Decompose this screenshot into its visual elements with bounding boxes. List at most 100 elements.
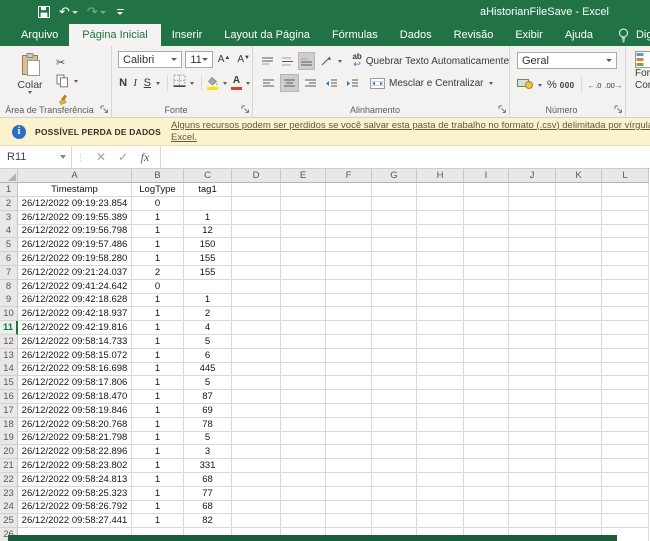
cell-empty[interactable] (372, 266, 417, 280)
cell-empty[interactable] (232, 238, 281, 252)
cell-empty[interactable] (372, 473, 417, 487)
cell-empty[interactable] (464, 390, 509, 404)
cell-empty[interactable] (372, 459, 417, 473)
cell-empty[interactable] (417, 404, 464, 418)
column-header[interactable]: A (18, 169, 132, 183)
cell-empty[interactable] (417, 349, 464, 363)
cell-empty[interactable] (464, 211, 509, 225)
cell-empty[interactable] (372, 307, 417, 321)
cell-empty[interactable] (556, 224, 602, 238)
cell-empty[interactable] (281, 197, 326, 211)
cell-tag1[interactable]: 12 (184, 224, 232, 238)
cell-empty[interactable] (326, 211, 372, 225)
merge-dropdown-icon[interactable] (489, 82, 493, 85)
conditional-formatting-button[interactable]: Form Cond (635, 51, 650, 92)
row-header[interactable]: 15 (0, 376, 18, 390)
cell-empty[interactable] (281, 321, 326, 335)
column-header[interactable]: G (372, 169, 417, 183)
align-middle-button[interactable] (278, 52, 295, 70)
cell-empty[interactable] (464, 487, 509, 501)
cell-empty[interactable] (556, 349, 602, 363)
row-header[interactable]: 16 (0, 390, 18, 404)
cell-empty[interactable] (509, 293, 556, 307)
cell-empty[interactable] (232, 418, 281, 432)
cell-empty[interactable] (232, 307, 281, 321)
cell-empty[interactable] (326, 307, 372, 321)
cell-tag1[interactable]: 87 (184, 390, 232, 404)
tell-me-box[interactable]: Diga-me o que você deseja fazer (618, 24, 650, 46)
cell-empty[interactable] (602, 500, 649, 514)
cell-logtype[interactable]: 1 (132, 307, 184, 321)
cell-timestamp[interactable]: 26/12/2022 09:21:24.037 (18, 266, 132, 280)
cell-empty[interactable] (556, 500, 602, 514)
cell-empty[interactable] (281, 514, 326, 528)
cell-tag1[interactable]: 2 (184, 307, 232, 321)
cell-timestamp[interactable]: 26/12/2022 09:58:19.846 (18, 404, 132, 418)
cell-timestamp[interactable]: 26/12/2022 09:58:24.813 (18, 473, 132, 487)
column-header[interactable]: D (232, 169, 281, 183)
accounting-dropdown-icon[interactable] (538, 84, 542, 87)
cell-empty[interactable] (232, 459, 281, 473)
cell-logtype[interactable]: 1 (132, 404, 184, 418)
cell-timestamp[interactable]: 26/12/2022 09:58:27.441 (18, 514, 132, 528)
cell-empty[interactable] (281, 252, 326, 266)
cell-logtype[interactable]: 1 (132, 238, 184, 252)
cell-logtype[interactable]: 1 (132, 211, 184, 225)
cell-empty[interactable] (281, 376, 326, 390)
cell-empty[interactable] (556, 293, 602, 307)
cell-empty[interactable] (556, 487, 602, 501)
cell-empty[interactable] (509, 431, 556, 445)
cell-logtype[interactable]: 1 (132, 473, 184, 487)
cell-empty[interactable] (326, 252, 372, 266)
cell-empty[interactable] (326, 183, 372, 197)
cell-empty[interactable] (417, 500, 464, 514)
cell-empty[interactable] (281, 349, 326, 363)
cell-empty[interactable] (464, 252, 509, 266)
cell-empty[interactable] (509, 390, 556, 404)
alignment-dialog-launcher-icon[interactable] (498, 105, 507, 114)
cell-empty[interactable] (232, 252, 281, 266)
cell-empty[interactable] (464, 404, 509, 418)
decrease-font-size-button[interactable]: A▼ (235, 54, 252, 66)
row-header[interactable]: 14 (0, 362, 18, 376)
cell-empty[interactable] (326, 224, 372, 238)
cell-timestamp[interactable]: 26/12/2022 09:58:17.806 (18, 376, 132, 390)
comma-style-button[interactable]: 000 (560, 81, 575, 90)
cancel-button[interactable]: ✕ (90, 150, 112, 164)
cell-empty[interactable] (509, 376, 556, 390)
cell-empty[interactable] (556, 445, 602, 459)
cell-empty[interactable] (602, 459, 649, 473)
cell-empty[interactable] (232, 321, 281, 335)
cell-empty[interactable] (464, 514, 509, 528)
decrease-decimal-button[interactable]: .00→ (604, 81, 622, 90)
cell-empty[interactable] (602, 252, 649, 266)
cell-empty[interactable] (326, 238, 372, 252)
cell-logtype[interactable]: 2 (132, 266, 184, 280)
cell-empty[interactable] (509, 404, 556, 418)
cell-timestamp[interactable]: 26/12/2022 09:58:16.698 (18, 362, 132, 376)
cell-empty[interactable] (602, 238, 649, 252)
cell-empty[interactable] (326, 335, 372, 349)
cell-logtype[interactable]: 1 (132, 431, 184, 445)
cell-empty[interactable] (464, 376, 509, 390)
cell-timestamp[interactable]: 26/12/2022 09:58:21.798 (18, 431, 132, 445)
orientation-dropdown-icon[interactable] (338, 60, 342, 63)
cell-empty[interactable] (556, 473, 602, 487)
cell-empty[interactable] (556, 238, 602, 252)
cell-tag1[interactable]: 6 (184, 349, 232, 363)
cell-logtype[interactable]: 1 (132, 252, 184, 266)
cell-empty[interactable] (602, 445, 649, 459)
font-family-combo[interactable]: Calibri (118, 51, 182, 68)
cell-empty[interactable] (464, 183, 509, 197)
cell-empty[interactable] (556, 183, 602, 197)
cell-empty[interactable] (326, 500, 372, 514)
cell-empty[interactable] (417, 280, 464, 294)
cell-empty[interactable] (417, 266, 464, 280)
cut-button[interactable]: ✂ (56, 55, 80, 69)
row-header[interactable]: 24 (0, 500, 18, 514)
cell-empty[interactable] (556, 459, 602, 473)
fill-color-button[interactable] (207, 77, 219, 90)
cell-empty[interactable] (232, 473, 281, 487)
cell-empty[interactable] (417, 487, 464, 501)
cell-empty[interactable] (372, 321, 417, 335)
